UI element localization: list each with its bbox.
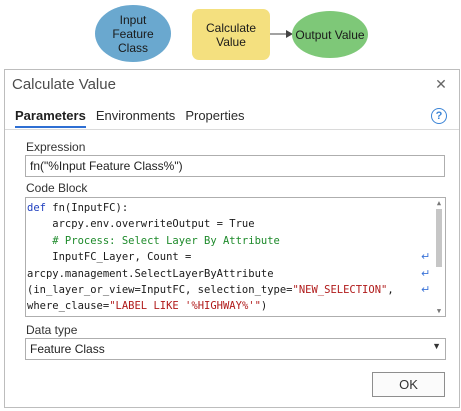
- word-wrap-icon: ↵: [421, 282, 431, 296]
- help-icon[interactable]: ?: [431, 108, 447, 124]
- code-line: where_clause="LABEL LIKE '%HIGHWAY%'"): [27, 298, 445, 314]
- connector-arrow: [270, 30, 293, 38]
- ok-button[interactable]: OK: [372, 372, 445, 397]
- code-token: (in_layer_or_view=InputFC, selection_typ…: [27, 283, 293, 296]
- code-block-scrollbar[interactable]: ▲ ▼: [434, 199, 444, 315]
- calculate-value-tool-node[interactable]: Calculate Value: [192, 9, 270, 60]
- close-icon[interactable]: ✕: [431, 74, 451, 94]
- tab-strip: Parameters Environments Properties: [15, 108, 245, 128]
- code-lines: def fn(InputFC): arcpy.env.overwriteOutp…: [27, 200, 445, 315]
- code-line: InputFC_Layer, Count = ↵: [27, 249, 445, 265]
- code-line: (in_layer_or_view=InputFC, selection_typ…: [27, 282, 445, 298]
- word-wrap-icon: ↵: [421, 266, 431, 280]
- output-node-label: Output Value: [295, 27, 365, 42]
- code-token: def: [27, 202, 46, 214]
- input-node-label: Input Feature Class: [112, 12, 154, 55]
- calculate-value-dialog: Calculate Value ✕ Parameters Environment…: [4, 69, 460, 408]
- dialog-title: Calculate Value: [12, 76, 116, 93]
- code-token: where_clause=: [27, 300, 110, 313]
- input-feature-class-node[interactable]: Input Feature Class: [95, 5, 171, 62]
- data-type-label: Data type: [26, 323, 78, 337]
- tab-parameters[interactable]: Parameters: [15, 108, 86, 128]
- code-block-editor[interactable]: def fn(InputFC): arcpy.env.overwriteOutp…: [25, 197, 446, 317]
- tool-node-label: Calculate Value: [205, 20, 257, 49]
- code-token: InputFC_Layer, Count =: [27, 251, 192, 264]
- code-token: "LABEL LIKE '%HIGHWAY%'": [109, 300, 261, 313]
- data-type-value: Feature Class: [30, 342, 105, 356]
- code-token: ,: [387, 283, 394, 296]
- code-token: "NEW_SELECTION": [292, 283, 388, 296]
- code-block-label: Code Block: [26, 181, 88, 195]
- scroll-down-icon[interactable]: ▼: [435, 307, 443, 315]
- code-token: ): [260, 300, 268, 313]
- chevron-down-icon[interactable]: ▼: [432, 341, 441, 351]
- dialog-titlebar[interactable]: Calculate Value ✕: [5, 70, 459, 101]
- code-line: # Process: Select Layer By Attribute: [27, 233, 445, 249]
- data-type-select[interactable]: Feature Class ▼: [25, 338, 446, 360]
- code-token: arcpy.management.SelectLayerByAttribute: [27, 267, 274, 280]
- tab-properties[interactable]: Properties: [185, 108, 244, 128]
- expression-label: Expression: [26, 140, 86, 154]
- output-value-node[interactable]: Output Value: [292, 11, 368, 58]
- scroll-up-icon[interactable]: ▲: [435, 199, 443, 207]
- tab-environments[interactable]: Environments: [96, 108, 175, 128]
- code-line: arcpy.management.SelectLayerByAttribute ↵: [27, 266, 445, 282]
- expression-input[interactable]: fn("%Input Feature Class%"): [25, 155, 445, 177]
- code-line: def fn(InputFC):: [27, 200, 445, 216]
- divider: [5, 129, 459, 130]
- scroll-thumb[interactable]: [436, 209, 442, 267]
- code-token: fn(InputFC):: [45, 202, 129, 214]
- code-line: arcpy.env.overwriteOutput = True: [27, 216, 445, 232]
- word-wrap-icon: ↵: [421, 250, 431, 264]
- code-token: arcpy.env.overwriteOutput = True: [27, 218, 255, 231]
- code-token: # Process: Select Layer By Attribute: [27, 234, 280, 247]
